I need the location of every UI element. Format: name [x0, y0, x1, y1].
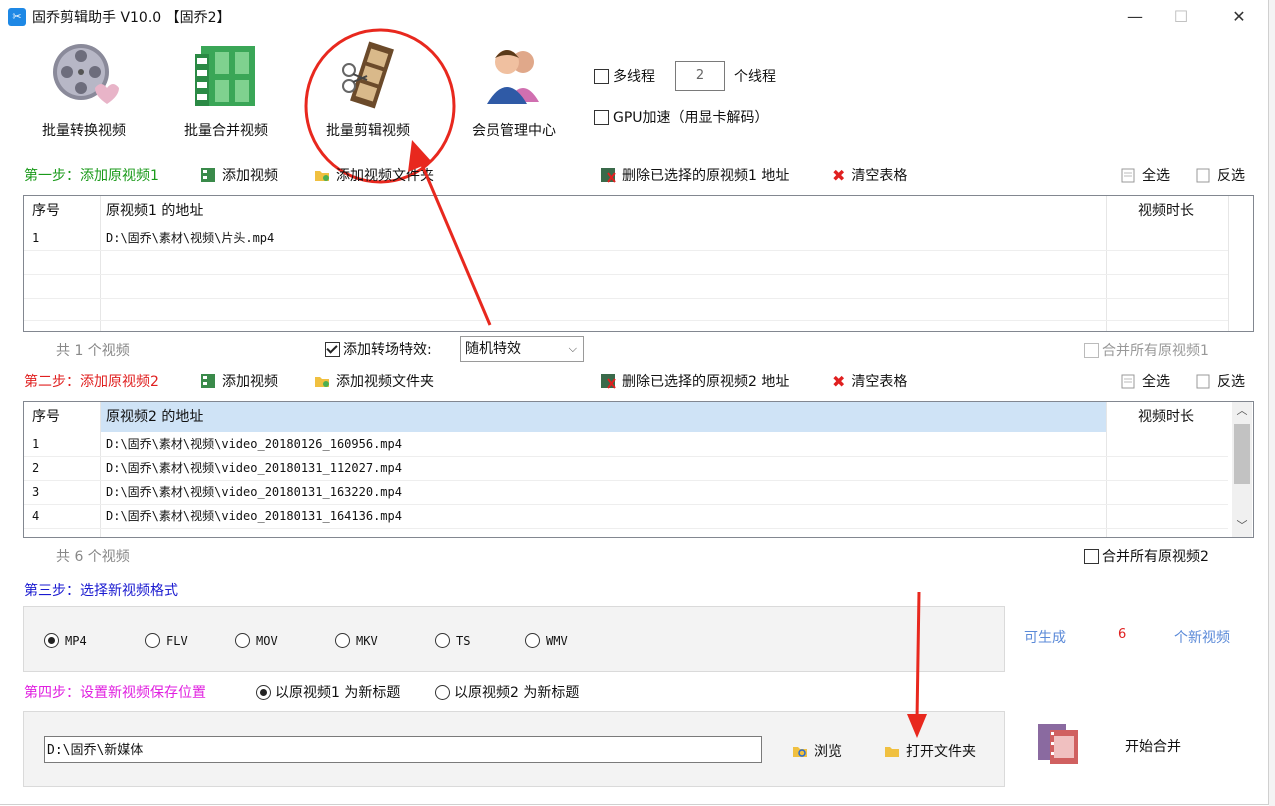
annotation-arrows	[408, 140, 927, 738]
app-window: ✂ 固乔剪辑助手 V10.0 【固乔2】 — ☐ ✕ 批量转换视频 批量合并视频…	[0, 0, 1269, 805]
background-window-edge	[1269, 0, 1275, 806]
